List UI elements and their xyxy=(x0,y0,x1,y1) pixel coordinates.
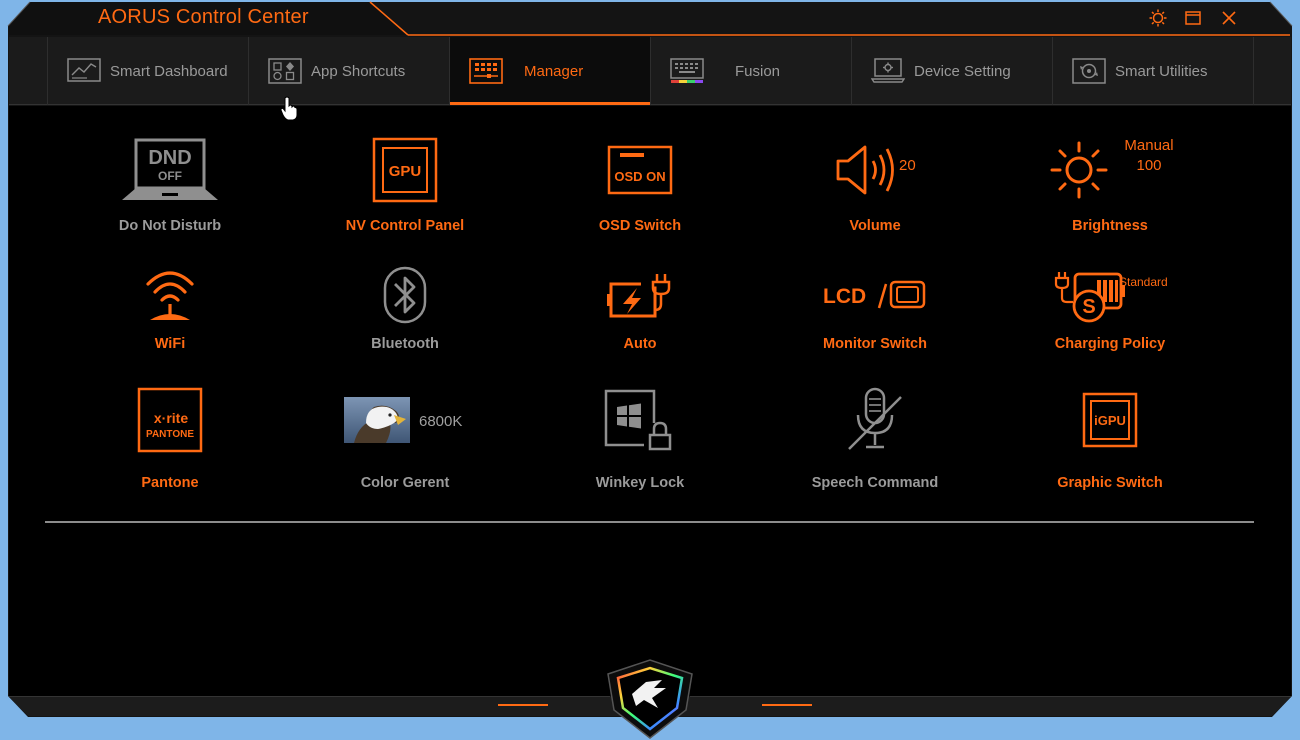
charging-icon-letter: S xyxy=(1082,296,1095,318)
lcd-icon-text: LCD xyxy=(823,285,866,308)
volume-tile[interactable]: Volume xyxy=(775,134,975,254)
charging-policy-tile[interactable]: S Charging Policy xyxy=(1010,264,1210,384)
tile-label: Color Gerent xyxy=(360,475,450,491)
tab-smart-dashboard[interactable]: Smart Dashboard xyxy=(47,37,248,105)
tile-label: NV Control Panel xyxy=(345,218,465,234)
tile-label: Auto xyxy=(623,336,657,352)
tile-label: Do Not Disturb xyxy=(118,218,222,234)
tab-device-setting[interactable]: Device Setting xyxy=(851,37,1052,105)
graphic-switch-tile[interactable]: iGPU Graphic Switch xyxy=(1010,387,1210,507)
manager-icon xyxy=(468,57,504,85)
tab-smart-utilities[interactable]: Smart Utilities xyxy=(1052,37,1253,105)
pantone-tile[interactable]: x·rite PANTONE Pantone xyxy=(70,387,270,507)
nv-control-panel-tile[interactable]: GPU NV Control Panel xyxy=(305,134,505,254)
igpu-icon-text: iGPU xyxy=(1094,413,1126,428)
pantone-logo-icon: x·rite PANTONE xyxy=(70,387,270,453)
lcd-monitor-icon: LCD xyxy=(775,264,975,326)
tab-label: Manager xyxy=(524,62,584,80)
wifi-tile[interactable]: WiFi xyxy=(70,264,270,384)
dashboard-icon xyxy=(66,57,102,85)
dnd-icon-state: OFF xyxy=(158,169,182,183)
gpu-icon: GPU xyxy=(305,134,505,206)
osd-switch-tile[interactable]: OSD ON OSD Switch xyxy=(540,134,740,254)
tile-label: Graphic Switch xyxy=(1057,475,1163,491)
maximize-icon[interactable] xyxy=(1181,6,1205,30)
color-gerent-tile[interactable]: Color Gerent xyxy=(305,387,505,507)
tile-label: Pantone xyxy=(141,475,199,491)
wifi-icon xyxy=(70,264,270,326)
aorus-logo xyxy=(607,659,693,739)
xrite-text: x·rite xyxy=(154,410,188,426)
tab-divider xyxy=(1253,37,1254,105)
monitor-switch-tile[interactable]: LCD Monitor Switch xyxy=(775,264,975,384)
do-not-disturb-tile[interactable]: DND OFF Do Not Disturb xyxy=(70,134,270,254)
tile-label: Brightness xyxy=(1072,218,1148,234)
window-title: AORUS Control Center xyxy=(98,6,309,28)
power-mode-tile[interactable]: Auto xyxy=(540,264,740,384)
tile-label: OSD Switch xyxy=(598,218,682,234)
settings-gear-icon[interactable] xyxy=(1146,6,1170,30)
tile-label: Bluetooth xyxy=(371,336,439,352)
charging-policy-icon: S xyxy=(1010,264,1210,326)
dnd-icon-text: DND xyxy=(148,147,191,169)
bluetooth-icon xyxy=(305,264,505,326)
tab-fusion[interactable]: Fusion xyxy=(650,37,851,105)
tab-manager[interactable]: Manager xyxy=(449,37,650,105)
winkey-lock-tile[interactable]: Winkey Lock xyxy=(540,387,740,507)
dnd-laptop-icon: DND OFF xyxy=(70,134,270,206)
tab-label: Smart Dashboard xyxy=(110,62,228,80)
charging-policy-value: Standard xyxy=(1119,275,1168,289)
close-icon[interactable] xyxy=(1217,6,1241,30)
volume-value: 20 xyxy=(899,157,916,174)
osd-icon-text: OSD ON xyxy=(614,169,665,184)
laptop-gear-icon xyxy=(870,57,906,85)
battery-charge-icon xyxy=(540,264,740,326)
windows-key-lock-icon xyxy=(540,387,740,453)
tab-label: App Shortcuts xyxy=(311,62,406,80)
tile-label: Speech Command xyxy=(811,475,939,491)
section-divider xyxy=(45,521,1254,523)
tab-label: Smart Utilities xyxy=(1115,62,1208,80)
tile-label: Charging Policy xyxy=(1054,336,1166,352)
tile-label: WiFi xyxy=(154,336,186,352)
keyboard-rgb-icon xyxy=(669,57,705,85)
osd-monitor-icon: OSD ON xyxy=(540,134,740,206)
microphone-muted-icon xyxy=(775,387,975,453)
manager-panel: DND OFF Do Not Disturb GPU NV Control Pa… xyxy=(9,106,1291,696)
brightness-value: 100 xyxy=(1136,157,1162,174)
tile-label: Volume xyxy=(849,218,901,234)
tile-label: Winkey Lock xyxy=(595,475,685,491)
tile-label: Monitor Switch xyxy=(823,336,927,352)
main-tab-bar: Smart Dashboard App Shortcuts Manager Fu… xyxy=(9,37,1291,105)
speech-command-tile[interactable]: Speech Command xyxy=(775,387,975,507)
bluetooth-tile[interactable]: Bluetooth xyxy=(305,264,505,384)
mouse-cursor-icon xyxy=(280,96,298,121)
app-grid-icon xyxy=(267,57,303,85)
tab-label: Fusion xyxy=(735,62,781,80)
pantone-text: PANTONE xyxy=(146,429,194,440)
igpu-chip-icon: iGPU xyxy=(1010,387,1210,453)
brightness-mode: Manual xyxy=(1124,137,1174,154)
speaker-icon xyxy=(775,134,975,206)
color-temperature-value: 6800K xyxy=(419,413,463,430)
tab-app-shortcuts[interactable]: App Shortcuts xyxy=(248,37,449,105)
utilities-icon xyxy=(1071,57,1107,85)
eagle-image xyxy=(305,387,505,453)
tab-label: Device Setting xyxy=(914,62,1011,80)
gpu-icon-text: GPU xyxy=(389,163,422,180)
